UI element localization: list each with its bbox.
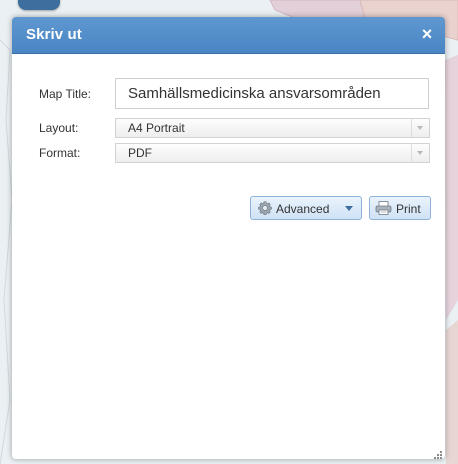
- map-title-label: Map Title:: [39, 87, 92, 101]
- map-title-input[interactable]: [115, 78, 429, 109]
- chevron-down-icon: [345, 206, 353, 211]
- format-select[interactable]: PDF: [115, 143, 430, 163]
- print-dialog: Skriv ut × Map Title: Layout: A4 Portrai…: [12, 17, 445, 459]
- layout-selected-value: A4 Portrait: [128, 121, 185, 135]
- resize-grip-icon[interactable]: [433, 447, 443, 459]
- map-widget-button[interactable]: [18, 0, 60, 10]
- close-icon[interactable]: ×: [418, 25, 436, 43]
- advanced-button[interactable]: Advanced: [250, 196, 362, 220]
- advanced-button-label: Advanced: [276, 202, 330, 216]
- printer-icon: [375, 200, 392, 216]
- gear-icon: [257, 200, 273, 216]
- print-button[interactable]: Print: [369, 196, 431, 220]
- dialog-title: Skriv ut: [26, 26, 82, 43]
- format-selected-value: PDF: [128, 146, 152, 160]
- print-button-label: Print: [396, 202, 421, 216]
- dialog-header[interactable]: Skriv ut ×: [12, 17, 445, 54]
- chevron-down-icon[interactable]: [411, 119, 429, 137]
- layout-label: Layout:: [39, 121, 79, 135]
- chevron-down-icon[interactable]: [411, 144, 429, 162]
- format-label: Format:: [39, 146, 81, 160]
- layout-select[interactable]: A4 Portrait: [115, 118, 430, 138]
